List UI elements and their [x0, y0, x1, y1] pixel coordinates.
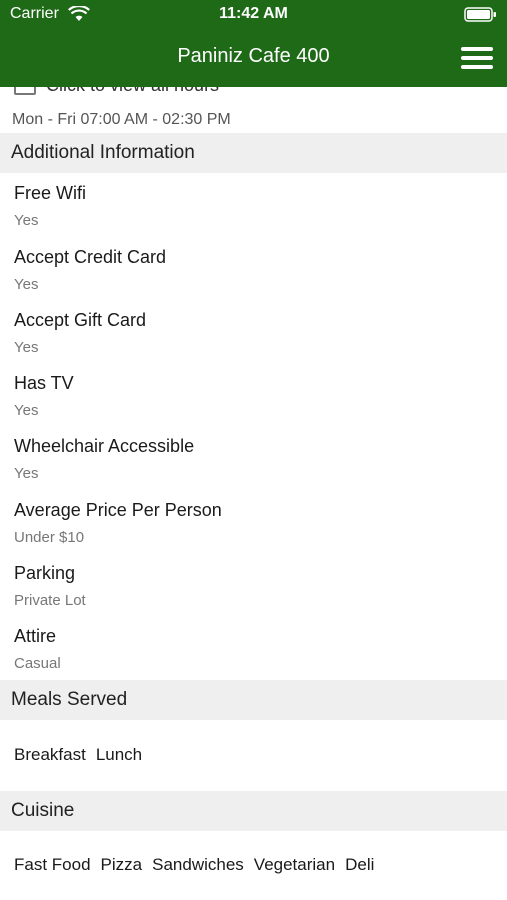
info-value: Yes [14, 402, 39, 419]
status-bar: Carrier 11:42 AM [0, 0, 507, 30]
info-item-accept-gift-card: Accept Gift Card Yes [14, 310, 494, 356]
info-item-free-wifi: Free Wifi Yes [14, 183, 494, 229]
info-label: Accept Gift Card [14, 310, 147, 330]
info-item-wheelchair-accessible: Wheelchair Accessible Yes [14, 436, 494, 482]
section-header-meals-served: Meals Served [0, 680, 507, 720]
page-title: Paniniz Cafe 400 [177, 45, 330, 67]
info-item-parking: Parking Private Lot [14, 563, 494, 609]
cuisine-tag: Vegetarian [253, 855, 336, 874]
hours-text: Mon - Fri 07:00 AM - 02:30 PM [12, 111, 231, 128]
cuisine-tag: Deli [345, 855, 375, 874]
info-item-accept-credit-card: Accept Credit Card Yes [14, 247, 494, 293]
details-content[interactable]: Click to view all hours Mon - Fri 07:00 … [0, 87, 507, 900]
info-value: Yes [14, 276, 39, 293]
info-value: Private Lot [14, 592, 86, 609]
view-all-hours-link[interactable]: Click to view all hours [14, 87, 219, 97]
battery-icon [464, 7, 496, 22]
info-value: Yes [14, 465, 39, 482]
info-label: Parking [14, 563, 76, 583]
info-label: Average Price Per Person [14, 500, 222, 520]
calendar-icon [14, 87, 36, 96]
meals-tag-list: Breakfast Lunch [14, 745, 152, 765]
info-item-average-price: Average Price Per Person Under $10 [14, 500, 494, 546]
info-value: Casual [14, 655, 61, 672]
info-value: Yes [14, 339, 39, 356]
cuisine-tag: Fast Food [14, 855, 91, 874]
info-label: Free Wifi [14, 183, 86, 203]
info-value: Under $10 [14, 529, 85, 546]
view-all-hours-label: Click to view all hours [46, 87, 219, 95]
cuisine-tag: Pizza [100, 855, 143, 874]
info-value: Yes [14, 212, 39, 229]
info-label: Attire [14, 626, 57, 646]
app-header: Carrier 11:42 AM Paniniz Cafe 400 [0, 0, 507, 87]
section-header-cuisine: Cuisine [0, 791, 507, 831]
section-header-additional-information: Additional Information [0, 133, 507, 173]
info-item-attire: Attire Casual [14, 626, 494, 672]
info-item-has-tv: Has TV Yes [14, 373, 494, 419]
info-label: Has TV [14, 373, 74, 393]
info-label: Accept Credit Card [14, 247, 167, 267]
cuisine-tag: Sandwiches [152, 855, 244, 874]
meal-tag: Breakfast [14, 745, 86, 764]
cuisine-tag-list: Fast Food Pizza Sandwiches Vegetarian Deli [14, 855, 384, 875]
hamburger-menu-icon[interactable] [461, 47, 493, 71]
status-time: 11:42 AM [219, 5, 288, 22]
info-label: Wheelchair Accessible [14, 436, 195, 456]
meal-tag: Lunch [95, 745, 143, 764]
